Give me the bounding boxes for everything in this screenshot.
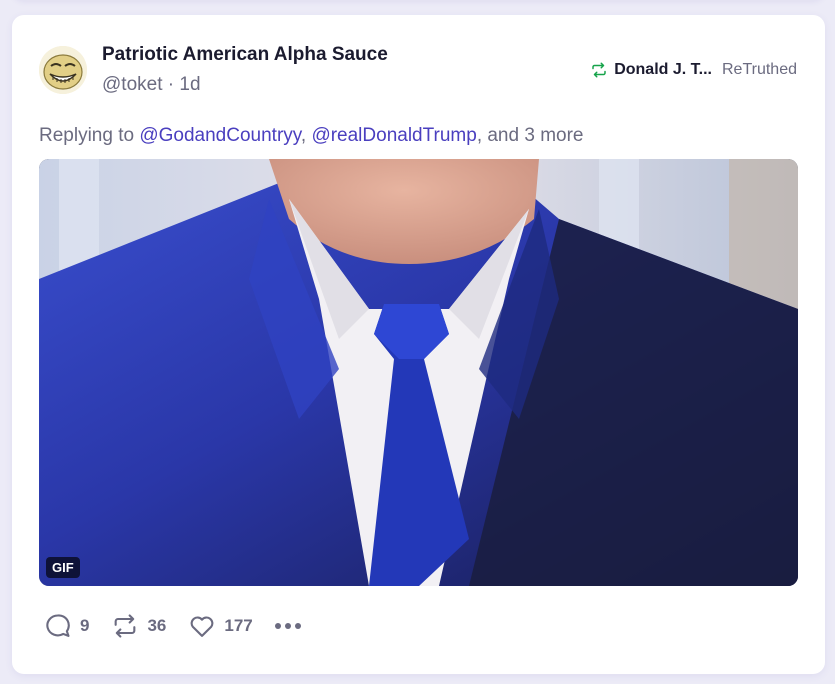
reply-icon: [46, 614, 70, 637]
retruth-action-icon: [115, 614, 136, 638]
mention-realdonaldtrump[interactable]: @realDonaldTrump: [311, 125, 476, 146]
retruth-count: 36: [147, 616, 167, 635]
replying-prefix: Replying to: [39, 125, 140, 146]
reply-button[interactable]: 9: [44, 612, 89, 640]
more-dot-icon: [284, 623, 291, 629]
like-button[interactable]: 177: [188, 612, 253, 640]
replying-suffix[interactable]: , and 3 more: [477, 125, 584, 146]
heart-icon: [190, 616, 214, 637]
reply-count: 9: [80, 616, 90, 635]
retruth-indicator[interactable]: Donald J. T... ReTruthed: [590, 61, 797, 79]
more-dot-icon: [274, 623, 281, 629]
display-name[interactable]: Patriotic American Alpha Sauce: [102, 44, 388, 66]
retruth-label: ReTruthed: [722, 61, 797, 78]
gif-media[interactable]: GIF: [39, 159, 798, 586]
more-dot-icon: [294, 623, 301, 629]
avatar[interactable]: [39, 46, 87, 94]
mention-comma: ,: [300, 125, 312, 146]
post-time[interactable]: 1d: [179, 74, 200, 95]
retruth-icon: [592, 62, 606, 78]
post-card[interactable]: Patriotic American Alpha Sauce @toket · …: [12, 15, 825, 674]
more-options-button[interactable]: [274, 612, 301, 640]
trollface-avatar-icon: [39, 46, 87, 94]
gif-image: [39, 159, 798, 586]
handle[interactable]: @toket: [102, 74, 162, 95]
replying-to: Replying to @GodandCountryy, @realDonald…: [39, 125, 583, 147]
retruth-button[interactable]: 36: [111, 612, 166, 640]
like-count: 177: [224, 616, 253, 635]
retruth-user-name[interactable]: Donald J. T...: [614, 61, 712, 79]
gif-badge: GIF: [46, 557, 80, 578]
action-bar: 9 36 177: [44, 612, 301, 640]
mention-godandcountryy[interactable]: @GodandCountryy: [139, 125, 301, 146]
handle-row: @toket · 1d: [102, 74, 201, 96]
separator: ·: [162, 74, 180, 95]
